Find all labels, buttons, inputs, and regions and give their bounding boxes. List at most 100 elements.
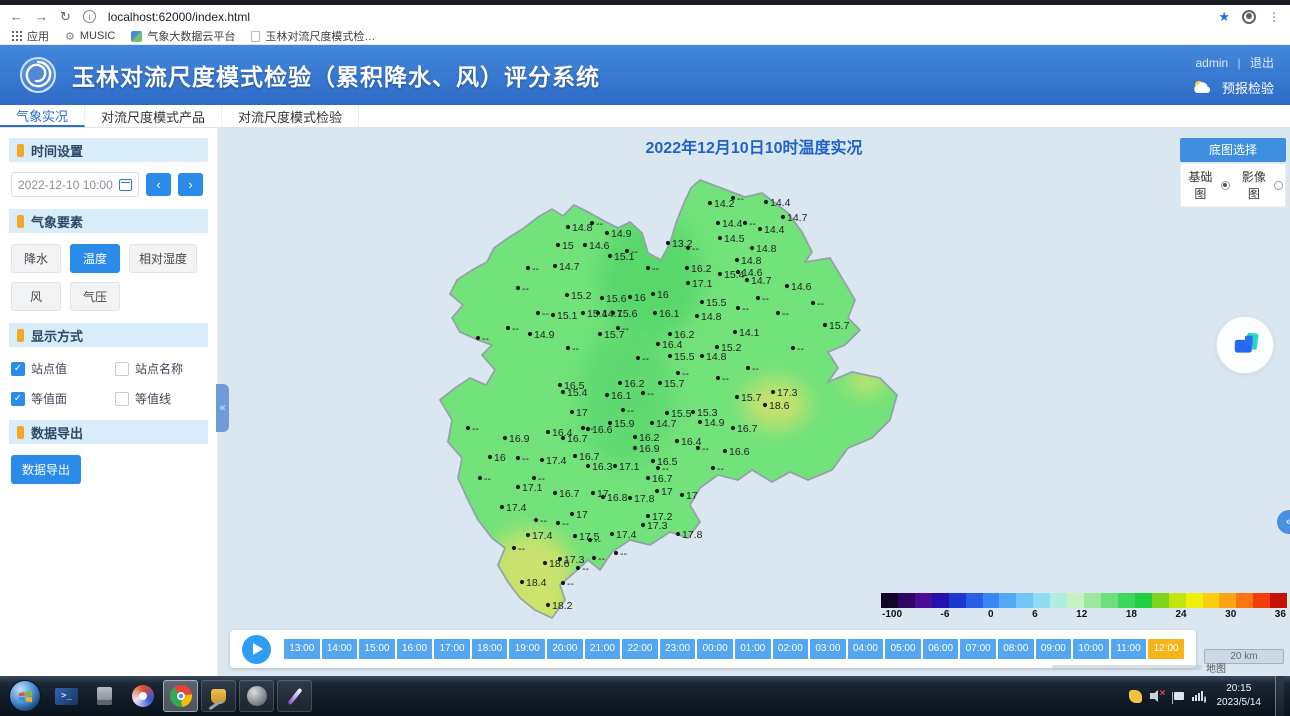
reload-icon[interactable]: ↻ — [60, 9, 71, 25]
page-icon — [251, 31, 260, 42]
taskbar-clock[interactable]: 20:15 2023/5/14 — [1217, 682, 1262, 710]
time-button[interactable]: 10:00 — [1073, 639, 1109, 659]
basemap-option[interactable]: 基础图 — [1183, 168, 1230, 202]
site-info-icon[interactable]: i — [83, 10, 96, 23]
time-button[interactable]: 01:00 — [735, 639, 771, 659]
time-button[interactable]: 23:00 — [660, 639, 696, 659]
time-button[interactable]: 14:00 — [322, 639, 358, 659]
basemap-option[interactable]: 影像图 — [1237, 168, 1284, 202]
taskbar-powershell-icon[interactable]: >_ — [49, 680, 84, 712]
play-button[interactable] — [242, 635, 271, 664]
station-point — [561, 436, 565, 440]
time-button[interactable]: 03:00 — [810, 639, 846, 659]
taskbar-chrome-icon[interactable] — [163, 680, 198, 712]
station-value: 14.8 — [756, 243, 777, 255]
time-button[interactable]: 08:00 — [998, 639, 1034, 659]
station-point — [558, 383, 562, 387]
bookmark-item[interactable]: 气象大数据云平台 — [131, 28, 235, 44]
element-button[interactable]: 相对湿度 — [129, 244, 197, 273]
legend-segment — [898, 593, 915, 608]
time-button[interactable]: 21:00 — [585, 639, 621, 659]
checkbox-icon[interactable]: ✓ — [11, 362, 25, 376]
address-bar[interactable]: localhost:62000/index.html — [108, 10, 250, 24]
back-icon[interactable]: ← — [10, 9, 23, 24]
forecast-verify-link[interactable]: 预报检验 — [1222, 78, 1274, 97]
element-button[interactable]: 温度 — [70, 244, 120, 273]
time-button[interactable]: 18:00 — [472, 639, 508, 659]
taskbar-stylus-icon[interactable] — [277, 680, 312, 712]
time-button[interactable]: 19:00 — [509, 639, 545, 659]
nav-tab[interactable]: 对流尺度模式检验 — [222, 105, 359, 127]
station-point — [698, 420, 702, 424]
station-value: 15.7 — [664, 378, 685, 390]
taskbar-globe-icon[interactable] — [239, 680, 274, 712]
datetime-input[interactable]: 2022-12-10 10:00 — [11, 172, 139, 197]
time-button[interactable]: 13:00 — [284, 639, 320, 659]
data-export-button[interactable]: 数据导出 — [11, 455, 81, 484]
calendar-icon[interactable] — [119, 179, 132, 191]
legend-label: -6 — [941, 609, 950, 620]
legend-segment — [915, 593, 932, 608]
station-point — [675, 439, 679, 443]
display-checkbox[interactable]: ✓站点值 — [11, 360, 111, 377]
time-button[interactable]: 00:00 — [697, 639, 733, 659]
sidebar-collapse-handle[interactable]: « — [216, 384, 229, 432]
logout-link[interactable]: 退出 — [1250, 56, 1274, 70]
time-button[interactable]: 09:00 — [1036, 639, 1072, 659]
display-checkbox[interactable]: ✓等值面 — [11, 390, 111, 407]
taskbar-database-tools-icon[interactable] — [201, 680, 236, 712]
legend-label: -100 — [882, 609, 902, 620]
time-button[interactable]: 04:00 — [848, 639, 884, 659]
show-desktop-button[interactable] — [1275, 676, 1284, 716]
nav-tab[interactable]: 对流尺度模式产品 — [85, 105, 222, 127]
radio-icon[interactable] — [1221, 181, 1230, 190]
bookmark-star-icon[interactable]: ★ — [1218, 9, 1230, 25]
element-button[interactable]: 降水 — [11, 244, 61, 273]
station-value: 17 — [661, 486, 673, 498]
station-value: -- — [596, 218, 603, 230]
time-button[interactable]: 16:00 — [397, 639, 433, 659]
station-value: 17 — [686, 490, 698, 502]
time-button[interactable]: 20:00 — [547, 639, 583, 659]
station-point — [573, 454, 577, 458]
display-checkbox[interactable]: 等值线 — [115, 390, 206, 407]
checkbox-icon[interactable] — [115, 392, 129, 406]
bookmark-item[interactable]: 玉林对流尺度模式检… — [251, 28, 375, 44]
time-button[interactable]: 11:00 — [1111, 639, 1147, 659]
time-button[interactable]: 22:00 — [622, 639, 658, 659]
profile-icon[interactable] — [1242, 10, 1256, 24]
station-point — [745, 278, 749, 282]
taskbar-server-manager-icon[interactable] — [87, 680, 122, 712]
time-button[interactable]: 07:00 — [960, 639, 996, 659]
time-button[interactable]: 02:00 — [773, 639, 809, 659]
bookmark-item[interactable]: ⚙MUSIC — [65, 30, 115, 43]
taskbar-browser-swirl-icon[interactable] — [125, 680, 160, 712]
bookmark-item[interactable]: 应用 — [12, 28, 49, 44]
action-center-flag-icon[interactable] — [1174, 692, 1184, 700]
forward-icon[interactable]: → — [35, 9, 48, 24]
next-time-button[interactable]: › — [178, 173, 203, 196]
time-button[interactable]: 17:00 — [434, 639, 470, 659]
browser-menu-icon[interactable]: ⋮ — [1268, 10, 1280, 24]
prev-time-button[interactable]: ‹ — [146, 173, 171, 196]
input-method-icon[interactable] — [1129, 690, 1142, 703]
display-checkbox[interactable]: 站点名称 — [115, 360, 206, 377]
basemap-select-button[interactable]: 底图选择 — [1180, 138, 1286, 162]
station-point — [561, 390, 565, 394]
time-button[interactable]: 05:00 — [885, 639, 921, 659]
element-button[interactable]: 风 — [11, 282, 61, 311]
volume-muted-icon[interactable]: × — [1150, 690, 1166, 702]
checkbox-icon[interactable]: ✓ — [11, 392, 25, 406]
start-button[interactable] — [9, 680, 41, 712]
checkbox-icon[interactable] — [115, 362, 129, 376]
station-point — [488, 455, 492, 459]
time-button[interactable]: 12:00 — [1148, 639, 1184, 659]
radio-icon[interactable] — [1274, 181, 1283, 190]
nav-tab[interactable]: 气象实况 — [0, 105, 85, 127]
time-button[interactable]: 15:00 — [359, 639, 395, 659]
map-provider-logo[interactable] — [1216, 316, 1274, 374]
map-canvas[interactable]: 14.2--14.414.714.8--14.4--14.414.51514.6… — [218, 128, 1290, 676]
network-warning-icon[interactable]: ! — [1192, 691, 1203, 701]
element-button[interactable]: 气压 — [70, 282, 120, 311]
time-button[interactable]: 06:00 — [923, 639, 959, 659]
